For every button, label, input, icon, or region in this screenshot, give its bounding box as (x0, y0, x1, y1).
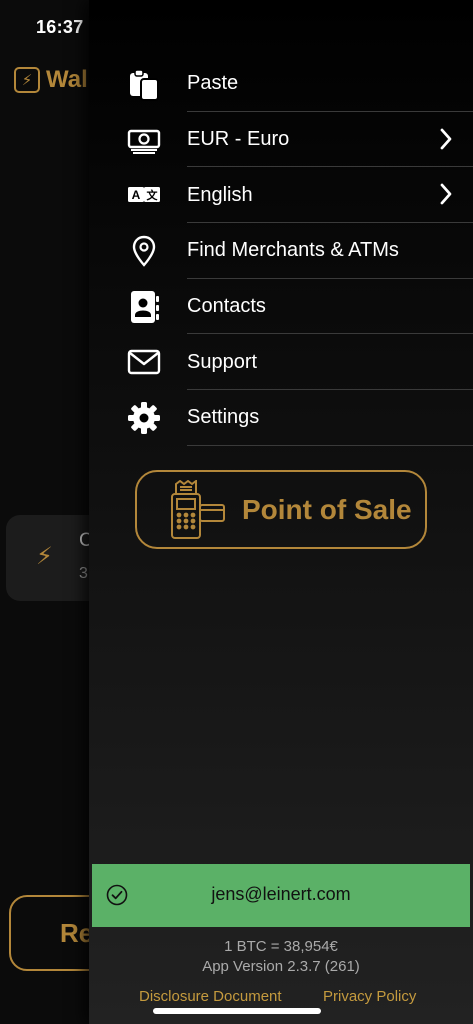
menu-item-paste[interactable]: Paste (89, 56, 473, 112)
envelope-icon (127, 345, 161, 379)
menu-item-label: Support (187, 350, 258, 373)
menu-item-language[interactable]: A 文 English (89, 167, 473, 224)
disclosure-document-link[interactable]: Disclosure Document (139, 988, 282, 1005)
menu-item-support[interactable]: Support (89, 334, 473, 391)
gear-icon (127, 401, 161, 435)
location-pin-icon (127, 234, 161, 268)
menu-item-label: Paste (187, 72, 239, 95)
menu-item-settings[interactable]: Settings (89, 390, 473, 446)
menu-item-label: English (187, 183, 253, 206)
paste-icon (127, 67, 161, 101)
currency-icon (127, 123, 161, 157)
point-of-sale-label: Point of Sale (242, 494, 412, 525)
menu-item-contacts[interactable]: Contacts (89, 279, 473, 335)
svg-text:A: A (132, 188, 141, 202)
lightning-icon: ⚡ (36, 543, 53, 570)
menu-item-find-merchants[interactable]: Find Merchants & ATMs (89, 223, 473, 279)
side-drawer: Paste EUR - Euro A 文 English Find Mercha… (89, 0, 473, 1024)
wallet-logo: ⚡ Wall (14, 66, 94, 94)
home-indicator[interactable] (153, 1008, 321, 1014)
pos-terminal-icon (169, 479, 227, 547)
chevron-right-icon (440, 183, 452, 205)
menu-item-label: EUR - Euro (187, 128, 290, 151)
privacy-policy-link[interactable]: Privacy Policy (323, 988, 416, 1005)
svg-text:文: 文 (147, 188, 159, 202)
drawer-menu: Paste EUR - Euro A 文 English Find Mercha… (89, 56, 473, 446)
menu-item-label: Find Merchants & ATMs (187, 239, 399, 262)
language-icon: A 文 (127, 178, 161, 212)
menu-item-label: Settings (187, 406, 260, 429)
divider (187, 444, 473, 446)
lightning-logo-icon: ⚡ (14, 67, 40, 93)
account-bar[interactable]: jens@leinert.com (92, 864, 470, 927)
contacts-icon (127, 290, 161, 324)
point-of-sale-button[interactable]: Point of Sale (135, 470, 427, 549)
chevron-right-icon (440, 128, 452, 150)
app-version: App Version 2.3.7 (261) (202, 958, 360, 975)
account-email: jens@leinert.com (211, 884, 351, 904)
menu-item-currency[interactable]: EUR - Euro (89, 112, 473, 168)
status-time: 16:37 (36, 17, 84, 37)
menu-item-label: Contacts (187, 295, 266, 318)
wallet-logo-text: Wall (46, 66, 95, 93)
transaction-amount: 3 (79, 565, 88, 582)
btc-exchange-rate: 1 BTC = 38,954€ (224, 938, 338, 955)
